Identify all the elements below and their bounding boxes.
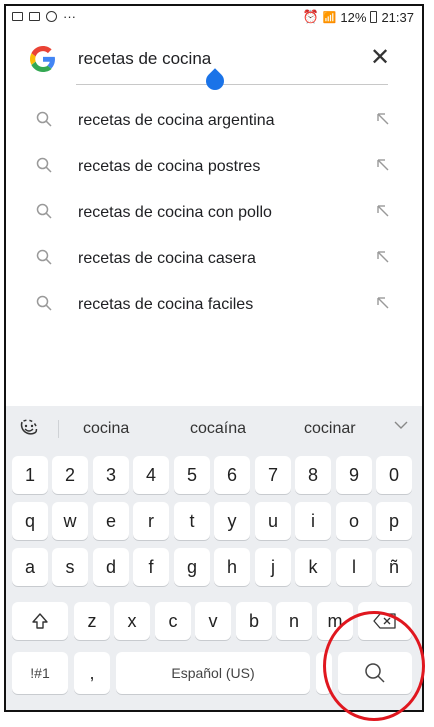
space-bar[interactable]: Español (US) (116, 652, 310, 694)
alarm-icon: ⏰ (302, 9, 319, 24)
key-q[interactable]: q (12, 502, 48, 540)
key-c[interactable]: c (155, 602, 191, 640)
fill-query-arrow-icon[interactable] (376, 250, 390, 264)
symbols-key[interactable]: !#1 (12, 652, 68, 694)
key-g[interactable]: g (174, 548, 210, 586)
suggestion-item[interactable]: recetas de cocina con pollo (6, 190, 422, 236)
key-u[interactable]: u (255, 502, 291, 540)
prediction-word[interactable]: cocina (83, 420, 129, 438)
key-0[interactable]: 0 (376, 456, 412, 494)
key-9[interactable]: 9 (336, 456, 372, 494)
key-v[interactable]: v (195, 602, 231, 640)
fill-query-arrow-icon[interactable] (376, 204, 390, 218)
shift-key[interactable] (12, 602, 68, 640)
fill-query-arrow-icon[interactable] (376, 296, 390, 310)
key-e[interactable]: e (93, 502, 129, 540)
keyboard-row-numbers: 1 2 3 4 5 6 7 8 9 0 (6, 456, 422, 496)
suggestion-item[interactable]: recetas de cocina argentina (6, 98, 422, 144)
key-n[interactable]: n (276, 602, 312, 640)
key-y[interactable]: y (214, 502, 250, 540)
clear-search-button[interactable]: ✕ (368, 44, 392, 72)
key-t[interactable]: t (174, 502, 210, 540)
keyboard-row-home: a s d f g h j k l ñ (6, 548, 422, 588)
status-bar: ··· ⏰ 📶 12% 21:37 (6, 6, 422, 30)
key-7[interactable]: 7 (255, 456, 291, 494)
key-h[interactable]: h (214, 548, 250, 586)
battery-icon (370, 11, 378, 23)
suggestion-item[interactable]: recetas de cocina faciles (6, 282, 422, 328)
key-j[interactable]: j (255, 548, 291, 586)
more-notifications: ··· (63, 9, 76, 24)
suggestion-item[interactable]: recetas de cocina casera (6, 236, 422, 282)
key-1[interactable]: 1 (12, 456, 48, 494)
key-d[interactable]: d (93, 548, 129, 586)
battery-percent: 12% (340, 9, 367, 25)
key-f[interactable]: f (133, 548, 169, 586)
prediction-word[interactable]: cocaína (190, 420, 246, 438)
gallery-icon (29, 12, 40, 21)
fill-query-arrow-icon[interactable] (376, 158, 390, 172)
search-input[interactable]: recetas de cocina (78, 49, 211, 69)
wifi-icon: 📶 (322, 11, 337, 24)
key-o[interactable]: o (336, 502, 372, 540)
key-w[interactable]: w (52, 502, 88, 540)
key-r[interactable]: r (133, 502, 169, 540)
key-l[interactable]: l (336, 548, 372, 586)
key-5[interactable]: 5 (174, 456, 210, 494)
emoji-icon[interactable] (18, 416, 40, 438)
instagram-icon (46, 11, 57, 22)
screen-cast-icon (12, 12, 23, 21)
search-icon (36, 111, 52, 127)
search-icon (36, 249, 52, 265)
key-8[interactable]: 8 (295, 456, 331, 494)
key-b[interactable]: b (236, 602, 272, 640)
keyboard-row-top: q w e r t y u i o p (6, 502, 422, 542)
shift-icon (32, 613, 48, 629)
key-z[interactable]: z (74, 602, 110, 640)
suggestion-text: recetas de cocina faciles (78, 296, 254, 313)
key-k[interactable]: k (295, 548, 331, 586)
search-underline (76, 84, 388, 85)
key-s[interactable]: s (52, 548, 88, 586)
suggestion-text: recetas de cocina postres (78, 158, 261, 175)
suggestion-text: recetas de cocina con pollo (78, 204, 272, 221)
key-6[interactable]: 6 (214, 456, 250, 494)
suggestion-item[interactable]: recetas de cocina postres (6, 144, 422, 190)
clock: 21:37 (381, 9, 414, 25)
suggestion-text: recetas de cocina argentina (78, 112, 275, 129)
key-3[interactable]: 3 (93, 456, 129, 494)
key-n-tilde[interactable]: ñ (376, 548, 412, 586)
key-i[interactable]: i (295, 502, 331, 540)
key-4[interactable]: 4 (133, 456, 169, 494)
google-logo-icon (30, 46, 55, 72)
prediction-bar: cocina cocaína cocinar (6, 406, 422, 450)
suggestion-list: recetas de cocina argentina recetas de c… (6, 98, 422, 328)
fill-query-arrow-icon[interactable] (376, 112, 390, 126)
suggestion-text: recetas de cocina casera (78, 250, 256, 267)
search-icon (36, 203, 52, 219)
key-p[interactable]: p (376, 502, 412, 540)
key-2[interactable]: 2 (52, 456, 88, 494)
status-right: ⏰ 📶 12% 21:37 (303, 9, 414, 25)
status-left: ··· (12, 9, 76, 24)
comma-key[interactable]: , (74, 652, 110, 694)
search-icon (36, 295, 52, 311)
highlight-ring (323, 611, 425, 721)
prediction-word[interactable]: cocinar (304, 420, 356, 438)
phone-screen: ··· ⏰ 📶 12% 21:37 recetas de cocina ✕ re… (4, 4, 424, 712)
key-x[interactable]: x (114, 602, 150, 640)
prediction-divider (58, 420, 59, 438)
search-icon (36, 157, 52, 173)
chevron-down-icon[interactable] (394, 420, 408, 430)
key-a[interactable]: a (12, 548, 48, 586)
